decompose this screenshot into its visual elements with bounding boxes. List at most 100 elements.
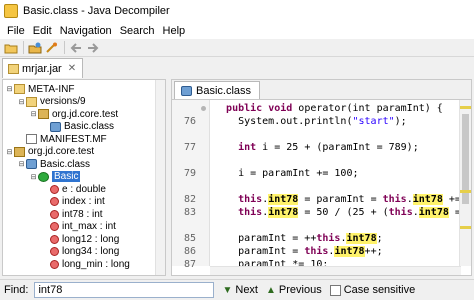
tree-node[interactable]: MANIFEST.MF: [17, 133, 107, 145]
package-icon: [14, 146, 25, 157]
code-token: this: [382, 194, 407, 205]
class-file-icon: [26, 159, 37, 169]
file-icon: [26, 134, 37, 144]
menu-search[interactable]: Search: [116, 25, 159, 37]
line-number: 77: [183, 142, 196, 153]
search-match-marker[interactable]: [460, 190, 471, 193]
app-icon: [4, 4, 18, 18]
search-highlight: int78: [268, 207, 299, 218]
search-icon[interactable]: [44, 41, 60, 55]
search-match-marker[interactable]: [460, 106, 471, 109]
search-highlight: int78: [346, 233, 377, 244]
code-token: i = 25 + (paramInt = 789);: [256, 142, 419, 153]
tree-node-label: long34 : long: [62, 246, 120, 257]
file-tab[interactable]: mrjar.jar ✕: [2, 58, 84, 78]
menu-file[interactable]: File: [3, 25, 29, 37]
field-icon: [50, 184, 59, 194]
tree-node-label: Basic: [52, 171, 81, 182]
field-icon: [50, 197, 59, 206]
code-line: public void operator(int paramInt) {: [214, 102, 443, 115]
tree-node[interactable]: ⊟ org.jd.core.test: [29, 108, 119, 120]
code-token: paramInt =: [214, 246, 305, 257]
tree-node-label: org.jd.core.test: [52, 108, 119, 120]
code-editor: Basic.class public void operator(int par…: [171, 79, 472, 276]
tree-node[interactable]: long34 : long: [41, 246, 119, 258]
horizontal-scrollbar[interactable]: [210, 266, 461, 275]
class-file-icon: [50, 121, 61, 132]
tree-node[interactable]: Basic.class: [41, 121, 114, 133]
code-token: this: [238, 194, 263, 205]
toolbar-separator: [64, 41, 65, 54]
code-token: = 50 / (25 + (: [298, 207, 389, 218]
tree-node[interactable]: ⊟ Basic.class: [17, 158, 90, 170]
code-token: this: [388, 207, 413, 218]
open-type-icon[interactable]: [27, 41, 43, 55]
expand-toggle-icon[interactable]: ⊟: [5, 85, 14, 93]
tree-node[interactable]: ⊟ versions/9: [17, 96, 86, 108]
package-icon: [38, 109, 49, 119]
code-token: .: [412, 207, 419, 218]
code-token: paramInt = ++: [214, 233, 317, 244]
code-token: ;: [376, 233, 383, 244]
search-match-marker[interactable]: [460, 226, 471, 229]
open-folder-icon[interactable]: [3, 41, 19, 55]
fold-marker-icon[interactable]: [201, 106, 206, 111]
tree-node-label: versions/9: [40, 96, 86, 107]
menu-edit[interactable]: Edit: [29, 25, 56, 37]
back-arrow-icon[interactable]: [68, 41, 84, 55]
code-token: "start": [352, 116, 395, 127]
previous-label: Previous: [278, 284, 322, 296]
tree-node-label: int78 : int: [62, 208, 103, 220]
case-sensitive-checkbox[interactable]: Case sensitive: [329, 284, 415, 296]
editor-tab-label: Basic.class: [196, 84, 252, 97]
next-button[interactable]: ▼ Next: [222, 284, 258, 296]
close-icon[interactable]: ✕: [68, 63, 76, 74]
tree-node-label: index : int: [62, 196, 105, 207]
previous-button[interactable]: ▲ Previous: [266, 284, 322, 296]
tree-node[interactable]: ⊟ META-INF: [5, 83, 75, 95]
checkbox-box[interactable]: [329, 284, 341, 296]
line-number: 87: [183, 259, 196, 270]
tree-node[interactable]: int_max : int: [41, 221, 116, 233]
file-tab-label: mrjar.jar: [22, 62, 62, 75]
field-icon: [50, 222, 59, 231]
expand-toggle-icon[interactable]: ⊟: [29, 173, 38, 181]
tree-node[interactable]: ⊟ org.jd.core.test: [5, 146, 95, 158]
tree-node[interactable]: long12 : long: [41, 233, 119, 245]
code-line: int i = 25 + (paramInt = 789);: [214, 141, 419, 154]
vertical-scrollbar[interactable]: [459, 100, 471, 266]
tree-node[interactable]: int78 : int: [41, 208, 103, 220]
expand-toggle-icon[interactable]: ⊟: [17, 98, 26, 106]
search-highlight: int78: [418, 207, 449, 218]
tree-node[interactable]: index : int: [41, 196, 105, 208]
tree-node-label: Basic.class: [64, 121, 115, 132]
code-token: this: [304, 246, 329, 257]
menu-bar: File Edit Navigation Search Help: [0, 22, 474, 39]
editor-tab[interactable]: Basic.class: [174, 81, 261, 99]
find-input[interactable]: [34, 282, 215, 298]
menu-navigation[interactable]: Navigation: [56, 25, 116, 37]
tree-node-label: org.jd.core.test: [28, 146, 95, 157]
tree-node[interactable]: long_min : long: [41, 258, 130, 270]
tree-vertical-scrollbar[interactable]: [155, 80, 165, 275]
code-line: System.out.println("start");: [214, 115, 407, 128]
tree-node[interactable]: ⊟ Basic: [29, 171, 81, 183]
toolbar-separator: [23, 41, 24, 54]
class-type-icon: [38, 171, 49, 182]
code-token: = paramInt =: [298, 194, 383, 205]
tree-node[interactable]: e : double: [41, 183, 106, 195]
field-icon: [50, 209, 59, 219]
expand-toggle-icon[interactable]: ⊟: [5, 148, 14, 156]
menu-help[interactable]: Help: [159, 25, 190, 37]
code-line: this.int78 = 50 / (25 + (this.int78 = 78…: [214, 206, 471, 219]
code-token: public void: [226, 103, 293, 114]
expand-toggle-icon[interactable]: ⊟: [17, 160, 26, 168]
line-number: 83: [183, 207, 196, 218]
up-arrow-icon: ▲: [266, 284, 276, 296]
tree-node-label: long_min : long: [62, 258, 130, 270]
tree-node-label: META-INF: [28, 83, 75, 95]
expand-toggle-icon[interactable]: ⊟: [29, 110, 38, 118]
forward-arrow-icon[interactable]: [85, 41, 101, 55]
code-line: paramInt = this.int78++;: [214, 245, 383, 258]
